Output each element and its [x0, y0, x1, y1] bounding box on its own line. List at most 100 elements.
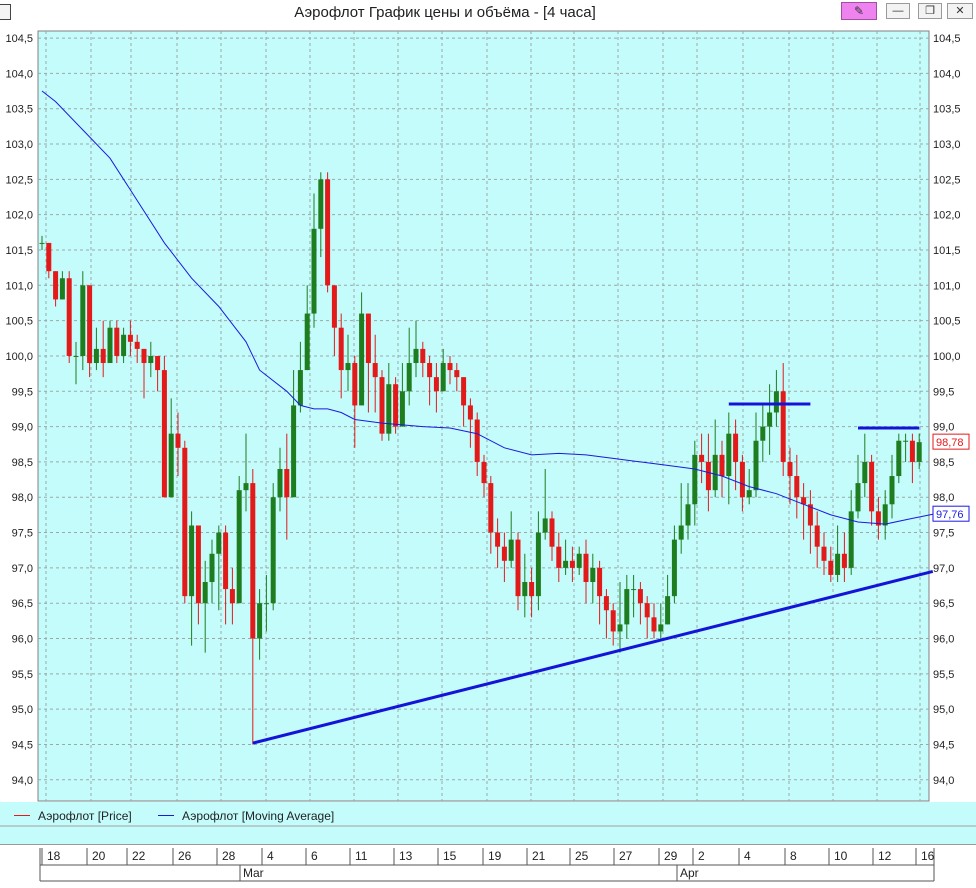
candle-body-up — [617, 624, 623, 632]
y-tick-label-right: 99,0 — [933, 422, 954, 434]
candle-body-up — [386, 384, 392, 434]
minimize-icon[interactable]: — — [886, 3, 910, 19]
candle-body-down — [338, 327, 344, 371]
x-tick-label: 28 — [222, 849, 236, 863]
y-tick-label-right: 104,5 — [933, 33, 961, 45]
candle-body-up — [189, 525, 195, 597]
y-tick-label-right: 101,5 — [933, 245, 961, 257]
y-tick-label-right: 103,0 — [933, 139, 961, 151]
candle-body-down — [250, 483, 256, 639]
candle-body-down — [161, 370, 167, 498]
x-tick-label: 27 — [619, 849, 633, 863]
candle-body-up — [862, 461, 868, 484]
candle-body-down — [141, 348, 147, 364]
restore-icon[interactable]: ❐ — [918, 3, 942, 19]
y-tick-label-left: 104,0 — [5, 68, 33, 80]
candle-body-up — [359, 313, 365, 406]
candle-body-down — [637, 589, 643, 604]
x-tick-label: 4 — [267, 849, 274, 863]
y-tick-label-right: 98,5 — [933, 457, 954, 469]
candle-body-down — [529, 582, 535, 597]
candle-body-up — [773, 391, 779, 413]
candle-body-up — [896, 440, 902, 477]
last-price-label: 98,78 — [936, 437, 964, 449]
candle-body-down — [379, 377, 385, 434]
candle-body-down — [794, 476, 800, 498]
price-chart[interactable]: 104,5 104,5 104,0 104,0 103,5 103,5 103,0 103,0… — [0, 24, 976, 882]
y-tick-label-right: 99,5 — [933, 386, 954, 398]
y-tick-label-left: 98,5 — [12, 457, 33, 469]
candle-body-up — [297, 370, 303, 406]
candle-body-down — [474, 419, 480, 462]
y-tick-label-left: 97,0 — [12, 563, 33, 575]
candle-body-up — [93, 348, 99, 364]
x-tick-label: 21 — [532, 849, 546, 863]
candle-body-down — [433, 377, 439, 392]
candle-body-up — [576, 553, 582, 568]
candle-body-down — [53, 271, 59, 300]
y-tick-label-left: 99,5 — [12, 386, 33, 398]
y-tick-label-left: 100,5 — [5, 316, 33, 328]
y-tick-label-left: 99,0 — [12, 422, 33, 434]
candle-body-up — [121, 334, 127, 356]
candle-body-up — [753, 440, 759, 491]
close-icon[interactable]: ✕ — [947, 3, 973, 19]
candle-body-up — [665, 596, 671, 625]
time-axis[interactable]: 18 20 22 26 28 4 6 11 13 15 19 21 25 27 29 2 4 8 10 12 16 Mar… — [0, 844, 976, 883]
window-title: Аэрофлот График цены и объёма - [4 часа] — [294, 4, 596, 21]
candle-body-up — [678, 525, 684, 540]
x-tick-label: 22 — [132, 849, 146, 863]
candle-body-down — [549, 518, 555, 547]
y-tick-label-right: 101,0 — [933, 280, 961, 292]
y-tick-label-right: 97,0 — [933, 563, 954, 575]
candle-body-up — [882, 504, 888, 526]
x-tick-label: 13 — [399, 849, 413, 863]
candle-body-down — [155, 355, 161, 371]
y-tick-label-right: 94,0 — [933, 775, 954, 787]
candle-body-down — [481, 461, 487, 484]
candle-body-down — [733, 433, 739, 462]
y-tick-label-right: 95,5 — [933, 669, 954, 681]
x-tick-label: 10 — [834, 849, 848, 863]
candle-body-down — [603, 596, 609, 611]
candle-body-up — [304, 313, 310, 371]
candle-body-up — [80, 285, 86, 356]
candle-body-down — [100, 348, 106, 364]
y-tick-label-left: 96,0 — [12, 634, 33, 646]
candle-body-up — [399, 391, 405, 427]
x-month-label: Apr — [680, 866, 699, 880]
legend-label-price: Аэрофлот [Price] — [38, 809, 132, 823]
y-tick-label-left: 95,5 — [12, 669, 33, 681]
pencil-icon[interactable]: ✎ — [841, 2, 877, 20]
candle-body-up — [508, 539, 514, 561]
candle-body-down — [787, 461, 793, 477]
y-tick-label-right: 102,5 — [933, 174, 961, 186]
y-tick-label-left: 94,0 — [12, 775, 33, 787]
candle-body-down — [127, 334, 133, 342]
candle-body-up — [624, 589, 630, 625]
candle-body-up — [889, 476, 895, 505]
legend-swatch-moving-average — [158, 815, 174, 816]
y-tick-label-right: 103,5 — [933, 104, 961, 116]
y-tick-label-left: 102,0 — [5, 210, 33, 222]
x-tick-label: 26 — [178, 849, 192, 863]
candle-body-up — [413, 348, 419, 364]
y-tick-label-right: 94,5 — [933, 739, 954, 751]
candle-body-up — [542, 518, 548, 533]
y-tick-label-left: 101,0 — [5, 280, 33, 292]
chart-area: 104,5 104,5 104,0 104,0 103,5 103,5 103,0 103,0… — [0, 24, 976, 882]
legend-label-moving-average: Аэрофлот [Moving Average] — [182, 809, 335, 823]
candle-body-up — [685, 504, 691, 526]
y-tick-label-right: 98,0 — [933, 492, 954, 504]
time-axis-svg: 18 20 22 26 28 4 6 11 13 15 19 21 25 27 29 2 4 8 10 12 16 Mar… — [0, 845, 976, 883]
y-tick-label-right: 97,5 — [933, 528, 954, 540]
candle-body-down — [372, 363, 378, 378]
candle-body-down — [352, 363, 358, 406]
candle-body-down — [821, 546, 827, 561]
candle-body-up — [631, 589, 637, 591]
y-tick-label-right: 96,5 — [933, 598, 954, 610]
candle-body-down — [134, 341, 140, 349]
candle-body-up — [760, 426, 766, 441]
candle-body-down — [467, 405, 473, 420]
candle-body-up — [671, 539, 677, 597]
